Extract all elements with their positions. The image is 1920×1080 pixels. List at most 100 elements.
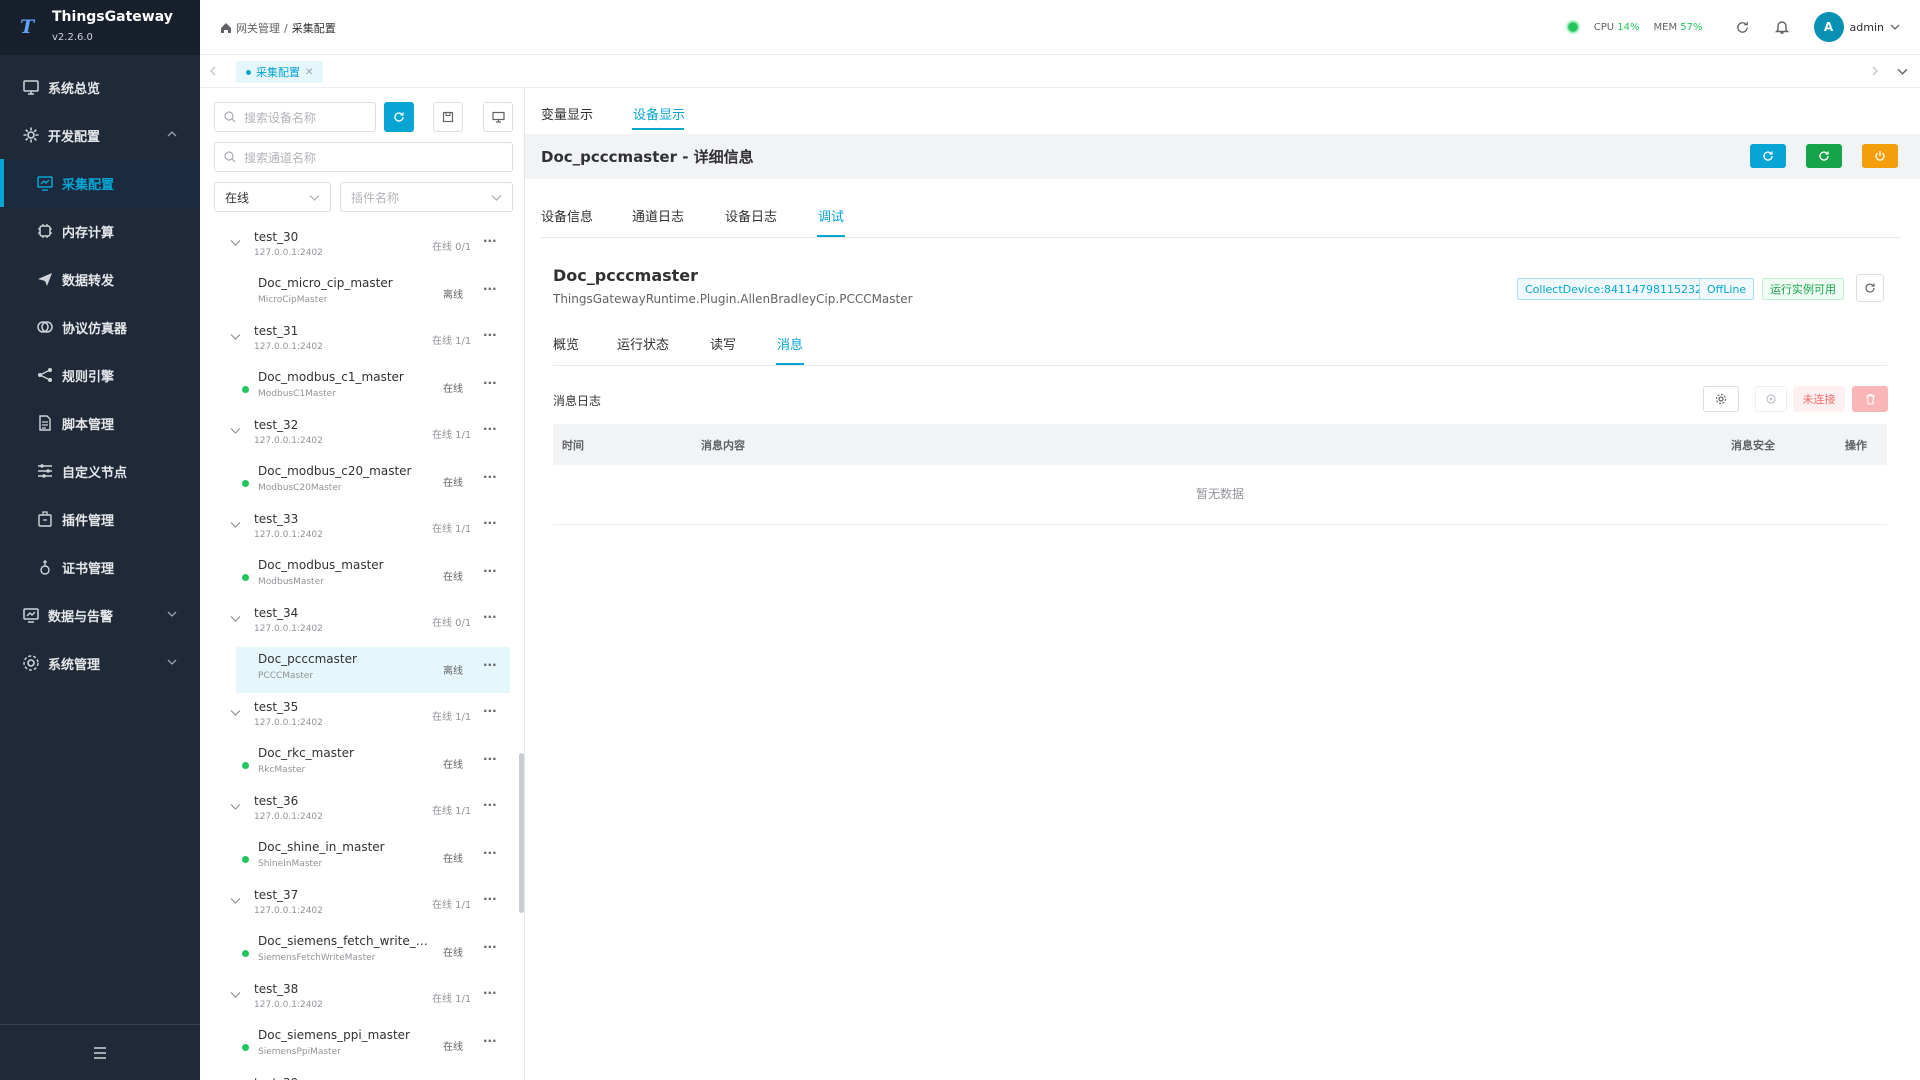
breadcrumb-item[interactable]: 网关管理 [236, 20, 280, 36]
more-icon[interactable]: ··· [483, 235, 497, 250]
sidebar-item-simulator[interactable]: 协议仿真器 [0, 303, 200, 351]
sidebar-item-dev-config[interactable]: 开发配置 [0, 111, 200, 159]
channel-group[interactable]: test_32 127.0.0.1:2402 在线 1/1 ··· [200, 412, 520, 458]
more-icon[interactable]: ··· [483, 377, 497, 392]
chevron-down-icon[interactable] [230, 895, 241, 906]
chevron-left-icon[interactable] [208, 66, 218, 76]
chevron-down-icon[interactable] [230, 519, 241, 530]
tab-device-display[interactable]: 设备显示 [633, 104, 685, 123]
chevron-down-icon[interactable] [230, 425, 241, 436]
more-icon[interactable]: ··· [483, 987, 497, 1002]
channel-search-input[interactable]: 搜索通道名称 [214, 142, 513, 172]
channel-group[interactable]: test_34 127.0.0.1:2402 在线 0/1 ··· [200, 600, 520, 646]
chevron-down-icon[interactable] [230, 707, 241, 718]
sidebar-item-overview[interactable]: 系统总览 [0, 63, 200, 111]
display-button[interactable] [483, 102, 513, 132]
device-search-input[interactable]: 搜索设备名称 [214, 102, 376, 132]
channel-group[interactable]: test_37 127.0.0.1:2402 在线 1/1 ··· [200, 882, 520, 928]
device-item[interactable]: Doc_modbus_master ModbusMaster 在线 ··· [236, 553, 510, 599]
channel-group[interactable]: test_39 [200, 1070, 520, 1080]
more-icon[interactable]: ··· [483, 1035, 497, 1050]
save-button[interactable] [433, 102, 463, 132]
refresh-button[interactable] [1750, 144, 1786, 168]
sidebar-item-plugin[interactable]: 插件管理 [0, 495, 200, 543]
bell-icon[interactable] [1774, 19, 1790, 35]
sidebar-item-memory-compute[interactable]: 内存计算 [0, 207, 200, 255]
sidebar-item-custom-node[interactable]: 自定义节点 [0, 447, 200, 495]
more-icon[interactable]: ··· [483, 423, 497, 438]
more-icon[interactable]: ··· [483, 941, 497, 956]
chevron-down-icon[interactable] [230, 331, 241, 342]
chevron-down-icon[interactable] [1890, 22, 1900, 32]
more-icon[interactable]: ··· [483, 471, 497, 486]
chevron-down-icon[interactable] [230, 613, 241, 624]
tab-run-status[interactable]: 运行状态 [617, 334, 669, 353]
refresh-icon[interactable] [1735, 20, 1750, 35]
device-item[interactable]: Doc_siemens_ppi_master SiemensPpiMaster 在线… [236, 1023, 510, 1069]
tab-overview[interactable]: 概览 [553, 334, 579, 353]
close-icon[interactable]: ✕ [305, 67, 313, 78]
device-item[interactable]: Doc_pcccmaster PCCCMaster 离线 ··· [236, 647, 510, 693]
more-icon[interactable]: ··· [483, 565, 497, 580]
chevron-right-icon[interactable] [1870, 66, 1880, 76]
channel-group[interactable]: test_38 127.0.0.1:2402 在线 1/1 ··· [200, 976, 520, 1022]
tab-debug[interactable]: 调试 [818, 206, 844, 225]
more-icon[interactable]: ··· [483, 283, 497, 298]
tab-channel-log[interactable]: 通道日志 [632, 206, 684, 225]
settings-button[interactable] [1703, 386, 1739, 412]
sidebar-item-collect-config[interactable]: 采集配置 [0, 159, 200, 207]
more-icon[interactable]: ··· [483, 517, 497, 532]
refresh-button[interactable] [384, 102, 414, 132]
chevron-down-icon[interactable] [230, 801, 241, 812]
tab-device-info[interactable]: 设备信息 [541, 206, 593, 225]
device-item[interactable]: Doc_micro_cip_master MicroCipMaster 离线 ··· [236, 271, 510, 317]
tab-device-log[interactable]: 设备日志 [725, 206, 777, 225]
sidebar-item-system[interactable]: 系统管理 [0, 639, 200, 687]
channel-group[interactable]: test_35 127.0.0.1:2402 在线 1/1 ··· [200, 694, 520, 740]
channel-group[interactable]: test_33 127.0.0.1:2402 在线 1/1 ··· [200, 506, 520, 552]
channel-status: 在线 1/1 [432, 900, 472, 911]
tab-read-write[interactable]: 读写 [710, 334, 736, 353]
more-icon[interactable]: ··· [483, 799, 497, 814]
channel-group[interactable]: test_30 127.0.0.1:2402 在线 0/1 ··· [200, 224, 520, 270]
refresh-button[interactable] [1856, 274, 1884, 302]
channel-group[interactable]: test_31 127.0.0.1:2402 在线 1/1 ··· [200, 318, 520, 364]
scrollbar[interactable] [519, 753, 524, 913]
device-item[interactable]: Doc_shine_in_master ShineInMaster 在线 ··· [236, 835, 510, 881]
delete-button[interactable] [1852, 386, 1888, 412]
tab-collect-config[interactable]: 采集配置 ✕ [236, 61, 324, 83]
more-icon[interactable]: ··· [483, 659, 497, 674]
channel-group[interactable]: test_36 127.0.0.1:2402 在线 1/1 ··· [200, 788, 520, 834]
more-icon[interactable]: ··· [483, 329, 497, 344]
chevron-down-icon[interactable] [1897, 66, 1908, 77]
device-item[interactable]: Doc_siemens_fetch_write_ma... SiemensFetc… [236, 929, 510, 975]
restart-button[interactable] [1806, 144, 1842, 168]
more-icon[interactable]: ··· [483, 611, 497, 626]
plugin-filter-select[interactable]: 插件名称 [340, 182, 513, 212]
home-icon[interactable] [220, 22, 232, 34]
sidebar-item-certificate[interactable]: 证书管理 [0, 543, 200, 591]
more-icon[interactable]: ··· [483, 705, 497, 720]
more-icon[interactable]: ··· [483, 893, 497, 908]
avatar[interactable]: A [1813, 12, 1844, 42]
sidebar-item-data-alarm[interactable]: 数据与告警 [0, 591, 200, 639]
device-item[interactable]: Doc_modbus_c20_master ModbusC20Master 在线 ··… [236, 459, 510, 505]
more-icon[interactable]: ··· [483, 847, 497, 862]
chevron-down-icon [167, 611, 177, 617]
user-name[interactable]: admin [1850, 21, 1884, 34]
sidebar-item-rule-engine[interactable]: 规则引擎 [0, 351, 200, 399]
status-filter-select[interactable]: 在线 [214, 182, 331, 212]
unconnected-button[interactable]: 未连接 [1793, 386, 1845, 412]
connect-button[interactable] [1755, 386, 1787, 412]
tab-variable-display[interactable]: 变量显示 [541, 104, 593, 123]
device-item[interactable]: Doc_rkc_master RkcMaster 在线 ··· [236, 741, 510, 787]
sidebar-collapse-button[interactable] [0, 1024, 200, 1080]
chevron-down-icon[interactable] [230, 989, 241, 1000]
sidebar-item-script[interactable]: 脚本管理 [0, 399, 200, 447]
power-button[interactable] [1862, 144, 1898, 168]
more-icon[interactable]: ··· [483, 753, 497, 768]
chevron-down-icon[interactable] [230, 237, 241, 248]
device-item[interactable]: Doc_modbus_c1_master ModbusC1Master 在线 ··· [236, 365, 510, 411]
sidebar-item-data-forward[interactable]: 数据转发 [0, 255, 200, 303]
tab-message[interactable]: 消息 [777, 334, 803, 353]
